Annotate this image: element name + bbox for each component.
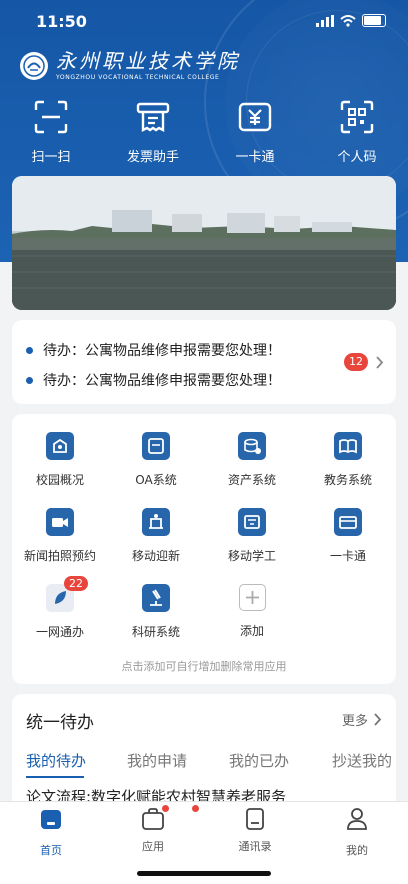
- todo-notice-card[interactable]: 待办：公寓物品维修申报需要您处理！ 待办：公寓物品维修申报需要您处理！ 12: [12, 320, 396, 404]
- notification-dot: [162, 805, 169, 812]
- battery-icon: [362, 14, 386, 27]
- pending-title: 统一待办: [26, 713, 94, 733]
- wallet-card-icon: [334, 508, 362, 536]
- app-one-stop[interactable]: 22 一网通办: [12, 576, 108, 640]
- status-icons: [316, 14, 386, 27]
- chevron-right-icon: [374, 713, 382, 726]
- one-stop-badge: 22: [64, 576, 88, 591]
- welcome-icon: [142, 508, 170, 536]
- app-label: 一卡通: [329, 549, 366, 563]
- microscope-icon: [142, 584, 170, 612]
- status-bar: 11:50: [0, 0, 408, 44]
- more-label: 更多: [341, 714, 368, 729]
- app-label: 移动迎新: [131, 549, 180, 563]
- nav-label: 我的: [346, 844, 368, 857]
- notification-dot: [192, 805, 199, 812]
- qr-code-icon: [340, 100, 374, 134]
- app-asset[interactable]: 资产系统: [204, 432, 300, 488]
- app-oa[interactable]: OA系统: [108, 432, 204, 488]
- contacts-icon: [246, 808, 264, 830]
- book-icon: [334, 432, 362, 460]
- nav-contacts[interactable]: 通讯录: [192, 805, 306, 854]
- status-time: 11:50: [36, 12, 87, 31]
- app-campus-overview[interactable]: 校园概况: [12, 432, 108, 488]
- tab-my-done[interactable]: 我的已办: [229, 750, 289, 771]
- todo-notice-text: 待办：公寓物品维修申报需要您处理！: [43, 343, 281, 359]
- app-student-work[interactable]: 移动学工: [204, 508, 300, 564]
- college-emblem-icon: [20, 51, 48, 80]
- apps-grid-card: 校园概况 OA系统 资产系统 教务系统 新闻拍照预约 移动迎新 移动学工 一卡通…: [12, 414, 396, 684]
- todo-notice-text: 待办：公寓物品维修申报需要您处理！: [43, 373, 281, 389]
- invoice-icon: [136, 102, 170, 132]
- apps-hint: 点击添加可自行增加删除常用应用: [121, 660, 287, 673]
- nav-label: 首页: [40, 844, 62, 857]
- home-indicator: [137, 871, 271, 876]
- app-label: 移动学工: [227, 549, 276, 563]
- app-add[interactable]: 添加: [204, 584, 300, 639]
- college-logo: 永州职业技术学院 YONGZHOU VOCATIONAL TECHNICAL C…: [20, 50, 240, 81]
- chevron-right-icon[interactable]: [376, 356, 384, 369]
- app-welcome[interactable]: 移动迎新: [108, 508, 204, 564]
- card-yuan-icon: [238, 102, 272, 132]
- signal-icon: [316, 14, 334, 27]
- more-link[interactable]: 更多: [342, 710, 382, 729]
- quick-qr-label: 个人码: [337, 150, 377, 165]
- quick-scan-button[interactable]: 扫一扫: [0, 100, 102, 165]
- home-icon: [41, 810, 61, 829]
- add-icon: [238, 584, 266, 611]
- student-work-icon: [238, 508, 266, 536]
- campus-banner-image[interactable]: [12, 176, 396, 310]
- tab-cc-me[interactable]: 抄送我的: [332, 750, 392, 771]
- video-camera-icon: [46, 508, 74, 536]
- profile-icon: [347, 808, 367, 830]
- bullet-dot: [26, 376, 33, 384]
- quick-card-button[interactable]: 一卡通: [204, 100, 306, 165]
- app-label: 新闻拍照预约: [23, 549, 96, 563]
- nav-home[interactable]: 首页: [0, 806, 102, 858]
- asset-icon: [238, 432, 266, 460]
- app-label: 资产系统: [227, 473, 276, 487]
- campus-overview-icon: [46, 432, 74, 460]
- quick-card-label: 一卡通: [235, 150, 275, 165]
- nav-profile[interactable]: 我的: [306, 806, 408, 858]
- app-research[interactable]: 科研系统: [108, 584, 204, 640]
- app-one-card[interactable]: 一卡通: [300, 508, 396, 564]
- app-label: 校园概况: [35, 473, 84, 487]
- app-label: 添加: [239, 624, 264, 638]
- bullet-dot: [26, 346, 33, 354]
- bottom-nav: 首页 应用 通讯录 我的: [0, 801, 408, 884]
- nav-label: 通讯录: [238, 840, 272, 853]
- app-label: 科研系统: [131, 625, 180, 639]
- college-name-cn: 永州职业技术学院: [56, 49, 240, 73]
- nav-label: 应用: [142, 840, 164, 853]
- app-academic[interactable]: 教务系统: [300, 432, 396, 488]
- app-label: 一网通办: [35, 625, 84, 639]
- quick-invoice-label: 发票助手: [126, 150, 179, 165]
- oa-icon: [142, 432, 170, 460]
- active-tab-indicator: [26, 776, 84, 778]
- nav-apps[interactable]: 应用: [102, 805, 204, 854]
- college-name-en: YONGZHOU VOCATIONAL TECHNICAL COLLEGE: [56, 74, 220, 81]
- todo-count-badge: 12: [344, 353, 368, 371]
- quick-actions: 扫一扫 发票助手 一卡通 个人码: [0, 100, 408, 165]
- tab-my-todo[interactable]: 我的待办: [26, 750, 86, 771]
- campus-lake-photo: [12, 176, 396, 310]
- scan-icon: [34, 100, 68, 134]
- quick-scan-label: 扫一扫: [31, 150, 71, 165]
- todo-notice-item[interactable]: 待办：公寓物品维修申报需要您处理！: [26, 340, 281, 360]
- tab-my-requests[interactable]: 我的申请: [127, 750, 187, 771]
- wifi-icon: [340, 14, 356, 27]
- quick-invoice-button[interactable]: 发票助手: [102, 100, 204, 165]
- todo-notice-item[interactable]: 待办：公寓物品维修申报需要您处理！: [26, 370, 281, 390]
- quick-qr-button[interactable]: 个人码: [306, 100, 408, 165]
- app-label: 教务系统: [323, 473, 372, 487]
- app-news-photo[interactable]: 新闻拍照预约: [12, 508, 108, 564]
- app-label: OA系统: [135, 473, 177, 487]
